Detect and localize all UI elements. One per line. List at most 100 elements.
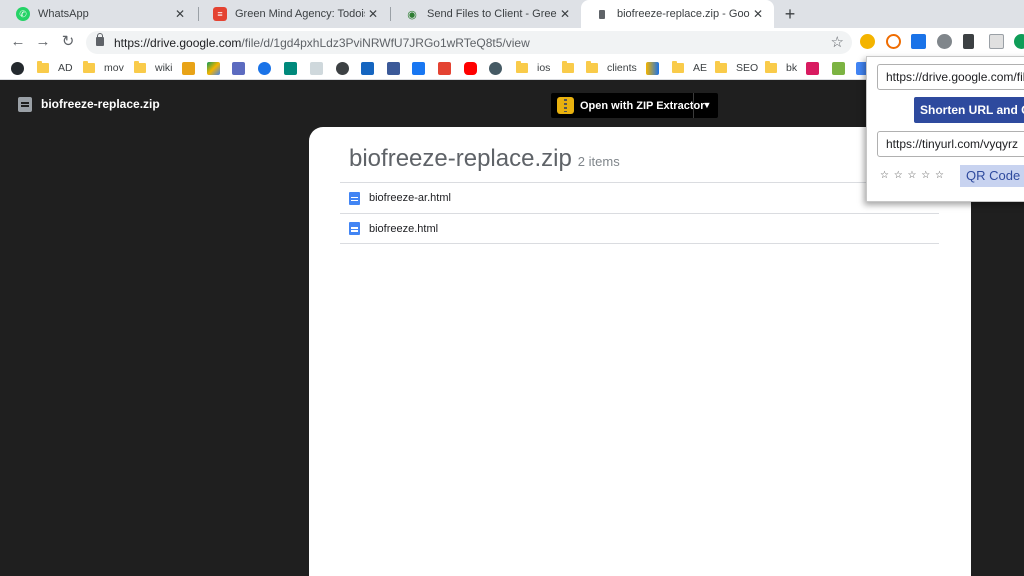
bookmark-icon-file[interactable] [310,60,323,76]
back-arrow-icon[interactable]: ← [9,33,27,51]
document-icon [18,97,32,112]
bookmark-label: clients [607,62,637,74]
button-divider [693,93,694,118]
tab-biofreeze-zip[interactable]: biofreeze-replace.zip - Google Dr ✕ [581,0,774,28]
bookmark-icon-pattern[interactable] [489,60,502,76]
file-name: biofreeze-ar.html [369,192,451,204]
rating-stars[interactable]: ☆ ☆ ☆ ☆ ☆ [880,170,945,181]
github-icon[interactable] [11,60,24,76]
globe-icon[interactable] [336,60,349,76]
extension-dropper-icon[interactable] [963,34,974,49]
folder-icon [516,61,528,73]
folder-icon [672,61,684,73]
zip-title-text: biofreeze-replace.zip [349,145,572,172]
tab-label: Green Mind Agency: Todoist [235,8,365,20]
bookmark-icon-pink[interactable] [806,60,819,76]
extension-g-icon[interactable] [1014,34,1024,49]
tab-label: biofreeze-replace.zip - Google Dr [617,8,750,20]
list-item[interactable]: biofreeze.html [340,213,939,244]
close-icon[interactable]: ✕ [172,7,188,21]
folder-icon [586,61,598,73]
extension-image-icon[interactable] [989,34,1004,49]
youtube-icon[interactable] [464,60,477,76]
file-name: biofreeze.html [369,222,439,235]
whatsapp-icon: ✆ [16,7,30,21]
file-title: biofreeze-replace.zip [41,97,160,111]
bookmark-icon-save[interactable] [232,60,245,76]
browser-toolbar: ← → ↻ https://drive.google.com/file/d/1g… [0,28,1024,56]
eye-icon: ◉ [407,8,417,21]
tab-whatsapp[interactable]: ✆ WhatsApp ✕ [2,0,196,28]
lock-icon [96,33,104,46]
zip-title: biofreeze-replace.zip 2 items [349,145,620,173]
bookmark-icon-c[interactable] [258,60,271,76]
tab-strip: ✆ WhatsApp ✕ ≡ Green Mind Agency: Todois… [0,0,1024,28]
bookmark-icon-blue-s[interactable] [361,60,374,76]
folder-icon [37,61,49,73]
close-icon[interactable]: ✕ [557,7,573,21]
dropdown-arrow-icon[interactable]: ▼ [696,93,718,118]
extension-star-icon[interactable] [860,34,875,49]
bookmark-label: ios [537,62,551,74]
shorten-copy-button[interactable]: Shorten URL and Copy [914,97,1024,123]
bookmark-label: AE [693,62,708,74]
bookmark-folder-clients[interactable]: clients [586,60,637,76]
bookmark-label: mov [104,62,124,74]
outlook-icon[interactable] [182,60,195,76]
folder-icon [134,61,146,73]
open-with-button[interactable]: Open with ZIP Extractor ▼ [551,93,718,118]
bookmark-icon-teal[interactable] [284,60,297,76]
address-bar[interactable]: https://drive.google.com/file/d/1gd4pxhL… [86,31,852,54]
url-host: https://drive.google.com [114,36,242,50]
reload-icon[interactable]: ↻ [59,33,77,51]
facebook-icon-2[interactable] [412,60,425,76]
bookmark-label: wiki [155,62,173,74]
todoist-icon: ≡ [213,7,227,21]
close-icon[interactable]: ✕ [365,7,381,21]
folder-icon [715,61,727,73]
tab-label: Send Files to Client - Green Mind [427,8,557,20]
short-url-field[interactable]: https://tinyurl.com/vyqyrz [877,131,1024,157]
todoist-bookmark-icon[interactable] [438,60,451,76]
close-icon[interactable]: ✕ [750,7,766,21]
extension-b-icon[interactable] [886,34,901,49]
bookmark-star-icon[interactable]: ☆ [831,33,844,51]
drive-file-icon [595,7,609,21]
bookmark-folder-mov[interactable]: mov [83,60,124,76]
html-file-icon [349,191,360,205]
tab-todoist[interactable]: ≡ Green Mind Agency: Todoist ✕ [199,0,389,28]
extension-s-icon[interactable] [911,34,926,49]
folder-icon [83,61,95,73]
analytics-icon[interactable] [646,60,659,76]
bookmark-label: AD [58,62,73,74]
new-tab-button[interactable]: + [780,4,800,24]
bookmark-folder-ad[interactable]: AD [37,60,73,76]
tab-label: WhatsApp [38,8,89,20]
extension-gear-icon[interactable] [937,34,952,49]
bookmark-folder-bk[interactable]: bk [765,60,797,76]
trend-icon[interactable] [832,60,845,76]
long-url-field[interactable]: https://drive.google.com/file/d/ [877,64,1024,90]
bookmark-folder-seo[interactable]: SEO [715,60,758,76]
forward-arrow-icon[interactable]: → [34,33,52,51]
drive-icon[interactable] [207,60,220,76]
bookmark-label: bk [786,62,798,74]
zip-extractor-icon [557,97,574,114]
html-file-icon [349,222,360,235]
tab-send-files[interactable]: ◉ Send Files to Client - Green Mind ✕ [391,0,581,28]
bookmark-folder-ios[interactable]: ios [516,60,550,76]
facebook-icon[interactable] [387,60,400,76]
url-path: /file/d/1gd4pxhLdz3PviNRWfU7JRGo1wRTeQ8t… [241,36,530,50]
open-with-label: Open with ZIP Extractor [580,99,705,112]
bookmark-folder-blank[interactable] [562,60,583,76]
bookmark-folder-ae[interactable]: AE [672,60,707,76]
url-shortener-popup: https://drive.google.com/file/d/ Shorten… [866,56,1024,202]
folder-icon [765,61,777,73]
folder-icon [562,61,574,73]
url-text: https://drive.google.com/file/d/1gd4pxhL… [114,36,530,50]
bookmark-label: SEO [736,62,759,74]
bookmark-folder-wiki[interactable]: wiki [134,60,173,76]
item-count: 2 items [577,154,620,169]
list-item[interactable]: biofreeze-ar.html [340,182,939,213]
qr-code-button[interactable]: QR Code [960,165,1024,187]
